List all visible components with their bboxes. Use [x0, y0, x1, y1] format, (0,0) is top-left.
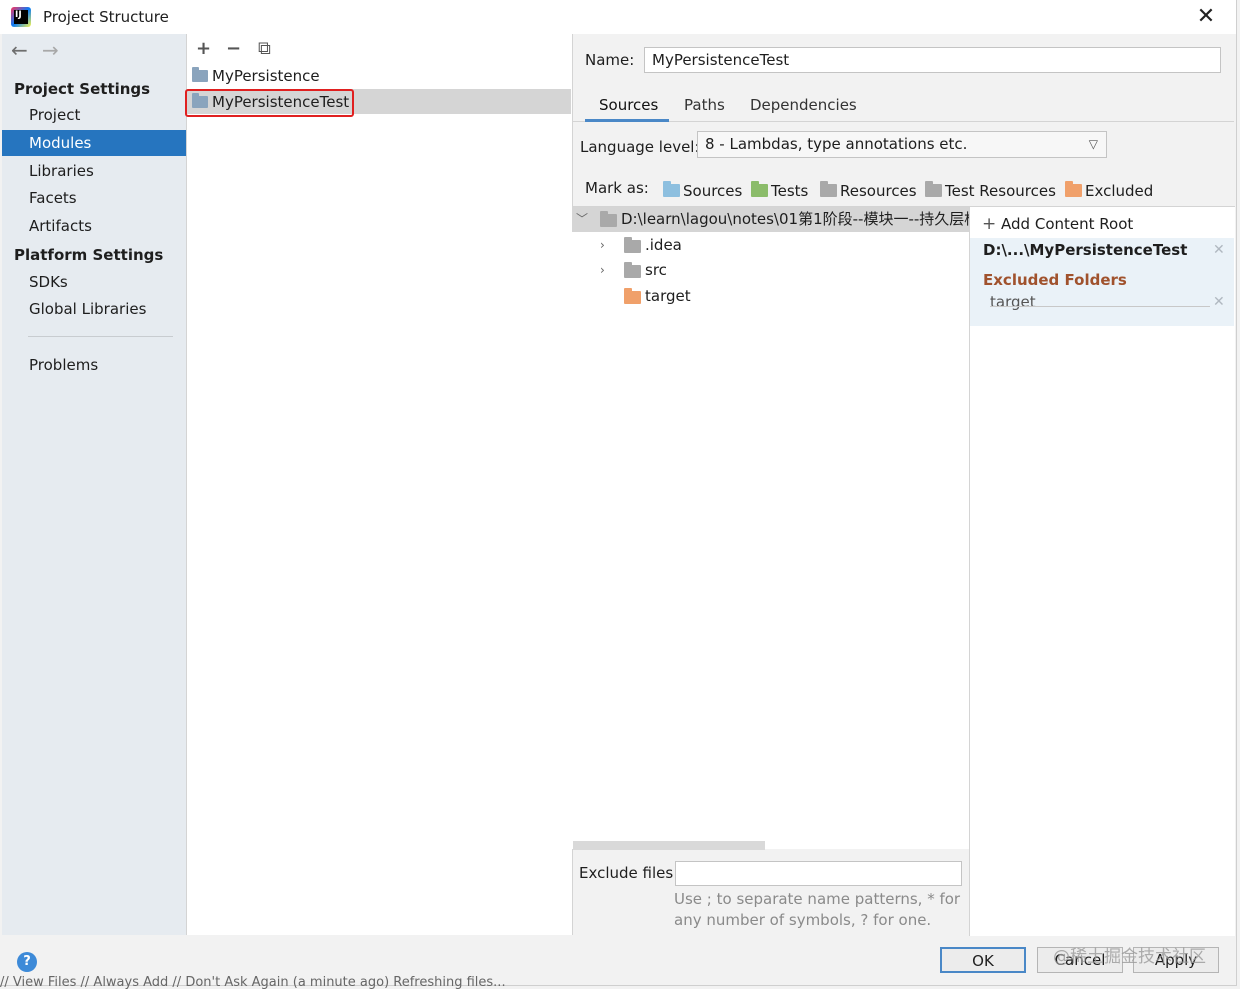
chevron-down-icon: ▽: [1088, 137, 1098, 151]
tab-paths[interactable]: Paths: [684, 96, 725, 114]
window-title: Project Structure: [43, 8, 169, 26]
sidebar-item-sdks[interactable]: SDKs: [2, 269, 186, 295]
title-bar: IJ Project Structure ✕: [0, 0, 1236, 34]
tree-root-node[interactable]: ﹀ D:\learn\lagou\notes\01第1阶段--模块一--持久层框: [576, 208, 969, 230]
excluded-folder-icon: [1065, 181, 1082, 197]
tree-node-label: src: [645, 261, 667, 279]
tests-folder-icon: [751, 181, 768, 197]
resources-folder-icon: [820, 181, 837, 197]
folder-icon: [624, 237, 641, 253]
sidebar-item-artifacts[interactable]: Artifacts: [2, 213, 186, 239]
add-module-icon[interactable]: +: [196, 38, 211, 59]
tree-root-label: D:\learn\lagou\notes\01第1阶段--模块一--持久层框: [621, 210, 969, 228]
mark-as-excluded-label: Excluded: [1085, 182, 1154, 200]
remove-content-root-icon[interactable]: ✕: [1213, 242, 1225, 258]
tab-sources[interactable]: Sources: [599, 96, 658, 114]
copy-module-icon[interactable]: ⧉: [258, 38, 271, 59]
chevron-down-icon: ﹀: [576, 212, 589, 226]
remove-excluded-folder-icon[interactable]: ✕: [1213, 294, 1225, 310]
sources-folder-icon: [663, 181, 680, 197]
excluded-folder-item: target: [990, 293, 1036, 311]
ok-button[interactable]: OK: [940, 947, 1026, 973]
test-resources-folder-icon: [925, 181, 942, 197]
sidebar-item-problems[interactable]: Problems: [2, 352, 186, 378]
sidebar-item-facets[interactable]: Facets: [2, 185, 186, 211]
plus-icon: +: [982, 214, 997, 234]
name-label: Name:: [585, 51, 635, 69]
folder-icon: [600, 211, 617, 227]
highlight-annotation-box: [185, 89, 354, 117]
mark-as-sources-button[interactable]: Sources: [663, 181, 742, 201]
chevron-right-icon: ›: [600, 263, 605, 277]
mark-as-resources-label: Resources: [840, 182, 917, 200]
tab-dependencies[interactable]: Dependencies: [750, 96, 857, 114]
mark-as-sources-label: Sources: [683, 182, 743, 200]
tree-node-label: target: [645, 287, 691, 305]
tabs-separator: [572, 121, 1234, 122]
exclude-files-hint-line: Use ; to separate name patterns, * for: [674, 890, 961, 908]
tree-node-label: .idea: [645, 236, 682, 254]
mark-as-test-resources-button[interactable]: Test Resources: [925, 181, 1056, 201]
exclude-files-hint-line: any number of symbols, ? for one.: [674, 911, 932, 929]
active-tab-indicator: [585, 119, 669, 122]
module-name-input[interactable]: MyPersistenceTest: [644, 47, 1221, 73]
remove-module-icon[interactable]: −: [226, 38, 241, 59]
mark-as-tests-label: Tests: [771, 182, 809, 200]
exclude-files-label: Exclude files:: [579, 864, 679, 882]
mark-as-excluded-button[interactable]: Excluded: [1065, 181, 1153, 201]
back-arrow-icon[interactable]: ←: [11, 38, 28, 62]
sidebar-item-global-libraries[interactable]: Global Libraries: [2, 296, 186, 322]
add-content-root-button[interactable]: + Add Content Root: [982, 214, 1133, 234]
sidebar-item-project[interactable]: Project: [2, 102, 186, 128]
excluded-folder-underline: [990, 306, 1210, 307]
excluded-folders-heading: Excluded Folders: [983, 271, 1127, 289]
platform-settings-heading: Platform Settings: [14, 246, 164, 264]
project-settings-heading: Project Settings: [14, 80, 151, 98]
exclude-files-hint: Use ; to separate name patterns, * for a…: [674, 889, 964, 931]
sidebar-divider: [28, 336, 173, 337]
language-level-value: 8 - Lambdas, type annotations etc.: [705, 135, 968, 153]
exclude-files-input[interactable]: [675, 861, 962, 886]
close-icon[interactable]: ✕: [1192, 3, 1220, 31]
excluded-folder-icon: [624, 288, 641, 304]
module-item-mypersistence[interactable]: MyPersistence: [190, 64, 320, 88]
sidebar-item-libraries[interactable]: Libraries: [2, 158, 186, 184]
module-item-label: MyPersistence: [212, 67, 320, 85]
chevron-right-icon: ›: [600, 238, 605, 252]
intellij-logo-icon: IJ: [11, 7, 31, 27]
help-icon[interactable]: ?: [17, 952, 37, 972]
sidebar-item-modules[interactable]: Modules: [2, 130, 186, 156]
tree-node-target[interactable]: target: [600, 285, 800, 307]
mark-as-test-resources-label: Test Resources: [945, 182, 1056, 200]
ide-status-bar: // View Files // Always Add // Don't Ask…: [0, 975, 506, 989]
content-root-path: D:\...\MyPersistenceTest: [983, 241, 1188, 259]
add-content-root-label: Add Content Root: [1001, 215, 1134, 233]
tree-node-src[interactable]: › src: [600, 259, 800, 281]
tree-node-idea[interactable]: › .idea: [600, 234, 800, 256]
project-structure-dialog: IJ Project Structure ✕ ← → Project Setti…: [0, 0, 1237, 986]
module-folder-icon: [192, 67, 208, 82]
modules-list-pane: [186, 34, 573, 935]
mark-as-resources-button[interactable]: Resources: [820, 181, 917, 201]
mark-as-label: Mark as:: [585, 179, 649, 197]
language-level-select[interactable]: 8 - Lambdas, type annotations etc. ▽: [697, 131, 1107, 158]
watermark: @稀土掘金技术社区: [1053, 947, 1206, 967]
language-level-label: Language level:: [580, 138, 700, 156]
mark-as-tests-button[interactable]: Tests: [751, 181, 808, 201]
horizontal-scrollbar[interactable]: [573, 841, 765, 850]
forward-arrow-icon[interactable]: →: [42, 38, 59, 62]
folder-icon: [624, 262, 641, 278]
